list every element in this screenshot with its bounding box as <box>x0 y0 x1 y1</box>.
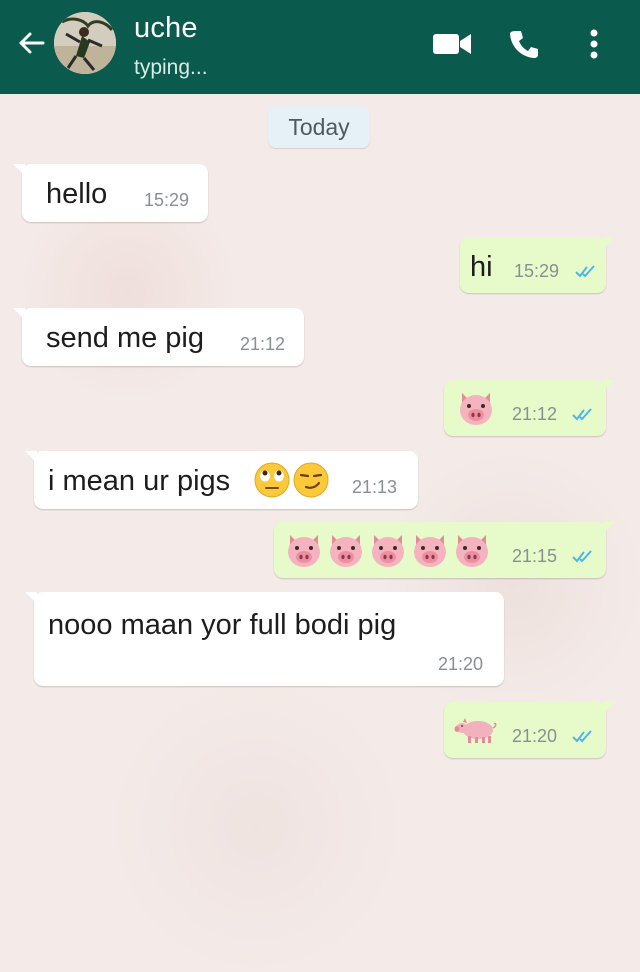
pig-face-icon <box>456 389 496 432</box>
message-time: 15:29 <box>514 261 560 281</box>
incoming-message[interactable]: nooo maan yor full bodi pig 21:20 <box>25 592 504 686</box>
pig-face-icon <box>410 531 450 574</box>
message-time: 15:29 <box>144 190 190 210</box>
message-time: 21:20 <box>438 654 484 674</box>
pig-face-icon <box>368 531 408 574</box>
outgoing-message[interactable]: 21:15 <box>274 522 615 578</box>
pig-face-row <box>284 531 494 569</box>
incoming-message[interactable]: send me pig 21:12 <box>13 308 304 366</box>
message-time: 21:15 <box>512 546 558 566</box>
date-separator: Today <box>268 106 370 148</box>
pig-icon <box>454 716 498 749</box>
rolling-eyes-icon <box>253 461 291 504</box>
message-text: send me pig <box>46 322 204 354</box>
outgoing-message[interactable]: 21:12 <box>444 380 615 436</box>
incoming-message[interactable]: hello 15:29 <box>13 164 208 222</box>
outgoing-message[interactable]: hi 15:29 <box>460 237 615 293</box>
outgoing-message[interactable]: 21:20 <box>444 702 615 758</box>
message-time: 21:13 <box>352 477 398 497</box>
message-text: nooo maan yor full bodi pig <box>48 609 397 641</box>
smirking-face-icon <box>292 461 330 504</box>
read-ticks-icon <box>572 550 592 563</box>
read-ticks-icon <box>575 265 595 278</box>
chat-screen: uche typing... Today hello 15:29 hi 15:2… <box>0 0 640 972</box>
message-time: 21:12 <box>240 334 286 354</box>
menu-dots-icon[interactable] <box>582 26 606 62</box>
pig-face-icon <box>284 531 324 574</box>
back-arrow-icon[interactable] <box>16 28 46 58</box>
pig-face-icon <box>452 531 492 574</box>
read-ticks-icon <box>572 408 592 421</box>
message-time: 21:20 <box>512 726 558 746</box>
phone-icon[interactable] <box>506 26 542 62</box>
contact-status: typing... <box>134 56 208 79</box>
message-time: 21:12 <box>512 404 558 424</box>
message-text: i mean ur pigs <box>48 465 231 497</box>
avatar[interactable] <box>54 12 116 74</box>
incoming-message[interactable]: i mean ur pigs 21:13 <box>25 451 418 509</box>
read-ticks-icon <box>572 730 592 743</box>
video-call-icon[interactable] <box>430 26 474 62</box>
contact-name[interactable]: uche <box>134 12 198 45</box>
message-text: hello <box>46 178 108 210</box>
message-text: hi <box>470 251 493 283</box>
pig-face-icon <box>326 531 366 574</box>
chat-header: uche typing... <box>0 0 640 94</box>
